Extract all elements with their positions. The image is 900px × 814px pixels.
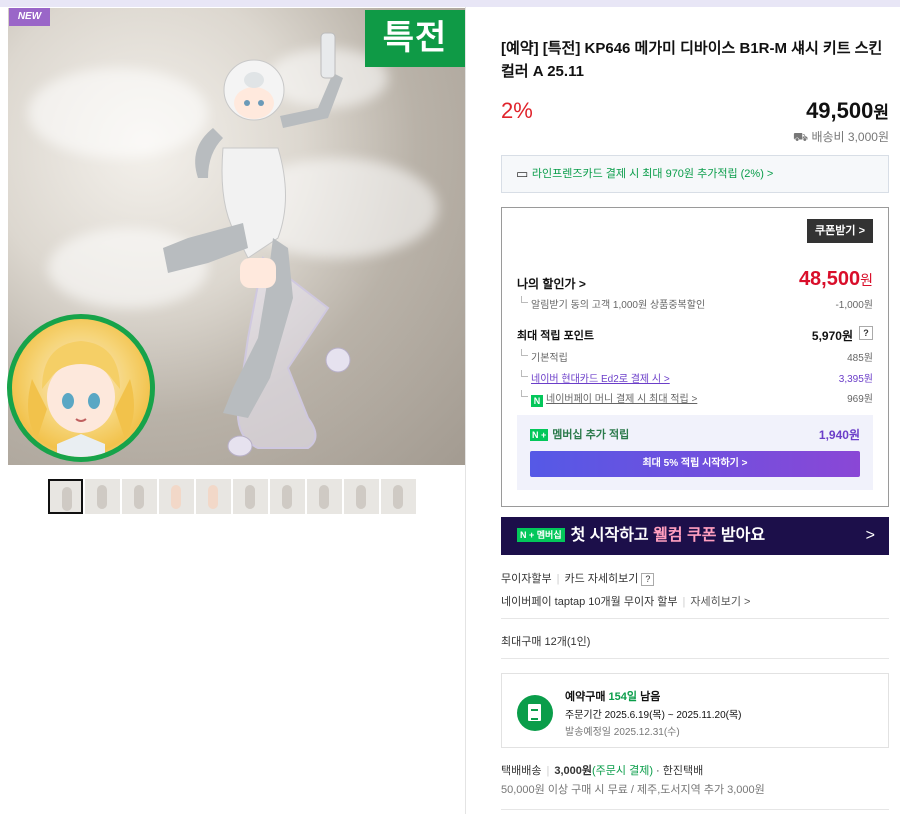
- delivery-payment: (주문시 결제): [592, 765, 653, 777]
- delivery-fee: 3,000원: [554, 765, 592, 777]
- shipping-fee: ⛟ 배송비 3,000원: [793, 128, 889, 146]
- sale-price: 49,500원: [806, 98, 889, 124]
- alarm-discount-value: -1,000원: [835, 300, 873, 311]
- card-point-value: 3,395원: [838, 374, 873, 385]
- max-purchase: 최대구매 12개(1인): [501, 636, 591, 648]
- max-point-row: 최대 적립 포인트 5,970원?: [517, 326, 873, 343]
- pay-point-link[interactable]: 네이버페이 머니 결제 시 최대 적립 >: [546, 394, 697, 405]
- basic-point-value: 485원: [847, 353, 873, 364]
- banner-text-2: 받아요: [716, 527, 766, 544]
- alarm-discount-label: 알림받기 동의 고객 1,000원 상품중복할인: [531, 300, 706, 311]
- delivery-method: 택배배송: [501, 765, 542, 777]
- taptap-text: 네이버페이 taptap 10개월 무이자 할부: [501, 596, 678, 608]
- benefit-box: 쿠폰받기 > 나의 할인가 > 48,500원 알림받기 동의 고객 1,000…: [501, 207, 889, 507]
- membership-label: N + 멤버십 추가 적립: [530, 426, 629, 442]
- nplus-icon: N +: [530, 429, 549, 441]
- delivery-row: 택배배송 | 3,000원(주문시 결제) · 한진택배: [501, 765, 704, 777]
- price-amount: 49,500: [806, 98, 874, 123]
- membership-banner[interactable]: N + 멤버십 첫 시작하고 웰컴 쿠폰 받아요 >: [501, 517, 889, 555]
- help-icon[interactable]: ?: [641, 573, 655, 586]
- order-period: 주문기간 2025.6.19(목) ~ 2025.11.20(목): [565, 710, 742, 721]
- presale-box: 예약구매 154일 남음 주문기간 2025.6.19(목) ~ 2025.11…: [501, 673, 889, 748]
- character-face-inset: [7, 314, 155, 462]
- presale-title: 예약구매 154일 남음: [565, 688, 660, 704]
- card-promo-text: 라인프렌즈카드 결제 시 최대 970원 추가적립 (2%) >: [531, 168, 774, 180]
- thumbnail[interactable]: [159, 479, 194, 514]
- max-point-label: 최대 적립 포인트: [517, 330, 594, 342]
- product-gallery: NEW 특전: [0, 7, 466, 814]
- thumbnail[interactable]: [85, 479, 120, 514]
- clipboard-icon: [517, 695, 553, 731]
- npay-icon: N: [531, 395, 543, 407]
- my-price-unit: 원: [860, 272, 873, 288]
- delivery-note: 50,000원 이상 구매 시 무료 / 제주,도서지역 추가 3,000원: [501, 784, 765, 796]
- card-point-link[interactable]: 네이버 현대카드 Ed2로 결제 시 >: [531, 374, 670, 385]
- max-point-value: 5,970원: [811, 329, 853, 343]
- thumbnail[interactable]: [307, 479, 342, 514]
- card-icon: ▭: [516, 166, 532, 181]
- thumbnail-strip: [48, 479, 416, 514]
- top-divider: [0, 0, 900, 7]
- shipping-fee-text: 배송비 3,000원: [811, 130, 889, 144]
- new-badge: NEW: [9, 8, 50, 26]
- card-detail-link[interactable]: 카드 자세히보기: [564, 573, 638, 585]
- thumbnail[interactable]: [122, 479, 157, 514]
- ship-date: 발송예정일 2025.12.31(수): [565, 727, 680, 738]
- alarm-discount-row: 알림받기 동의 고객 1,000원 상품중복할인 -1,000원: [517, 296, 873, 311]
- membership-label-text: 멤버십 추가 적립: [552, 429, 630, 441]
- basic-point-row: 기본적립 485원: [517, 349, 873, 364]
- membership-box: N + 멤버십 추가 적립 1,940원 최대 5% 적립 시작하기 >: [517, 415, 873, 490]
- presale-days: 154일: [608, 691, 638, 703]
- banner-text-1: 첫 시작하고: [570, 527, 654, 544]
- basic-point-label: 기본적립: [531, 353, 568, 364]
- thumbnail[interactable]: [233, 479, 268, 514]
- membership-start-button[interactable]: 최대 5% 적립 시작하기 >: [530, 451, 860, 477]
- presale-prefix: 예약구매: [565, 691, 609, 703]
- nplus-membership-icon: N + 멤버십: [517, 528, 565, 542]
- divider: [501, 809, 889, 810]
- thumbnail[interactable]: [270, 479, 305, 514]
- thumbnail[interactable]: [344, 479, 379, 514]
- product-title: [예약] [특전] KP646 메가미 디바이스 B1R-M 섀시 키트 스킨 …: [501, 40, 883, 80]
- thumbnail[interactable]: [381, 479, 416, 514]
- coupon-button[interactable]: 쿠폰받기 >: [807, 219, 873, 243]
- presale-suffix: 남음: [637, 691, 661, 703]
- installment-row: 무이자할부 | 카드 자세히보기 ?: [501, 570, 655, 586]
- card-promo-link[interactable]: ▭ 라인프렌즈카드 결제 시 최대 970원 추가적립 (2%) >: [501, 155, 889, 193]
- taptap-detail-link[interactable]: 자세히보기 >: [690, 596, 750, 608]
- price-unit: 원: [873, 103, 889, 122]
- help-icon[interactable]: ?: [859, 326, 873, 340]
- membership-value: 1,940원: [818, 428, 860, 442]
- truck-icon: ⛟: [793, 130, 812, 144]
- discount-rate: 2%: [501, 98, 533, 123]
- chevron-right-icon: >: [865, 527, 875, 544]
- thumbnail[interactable]: [48, 479, 83, 514]
- installment-label: 무이자할부: [501, 573, 552, 585]
- pay-point-value: 969원: [847, 394, 873, 405]
- taptap-row: 네이버페이 taptap 10개월 무이자 할부 | 자세히보기 >: [501, 596, 751, 608]
- divider: [501, 658, 889, 659]
- my-price-amount: 48,500: [798, 268, 861, 290]
- thumbnail[interactable]: [196, 479, 231, 514]
- banner-highlight: 웰컴 쿠폰: [653, 527, 717, 544]
- card-point-row: 네이버 현대카드 Ed2로 결제 시 > 3,395원: [517, 370, 873, 385]
- my-price: 48,500원: [799, 268, 873, 291]
- pay-point-row: N 네이버페이 머니 결제 시 최대 적립 > 969원: [517, 390, 873, 407]
- divider: [501, 618, 889, 619]
- delivery-courier: · 한진택배: [656, 765, 704, 777]
